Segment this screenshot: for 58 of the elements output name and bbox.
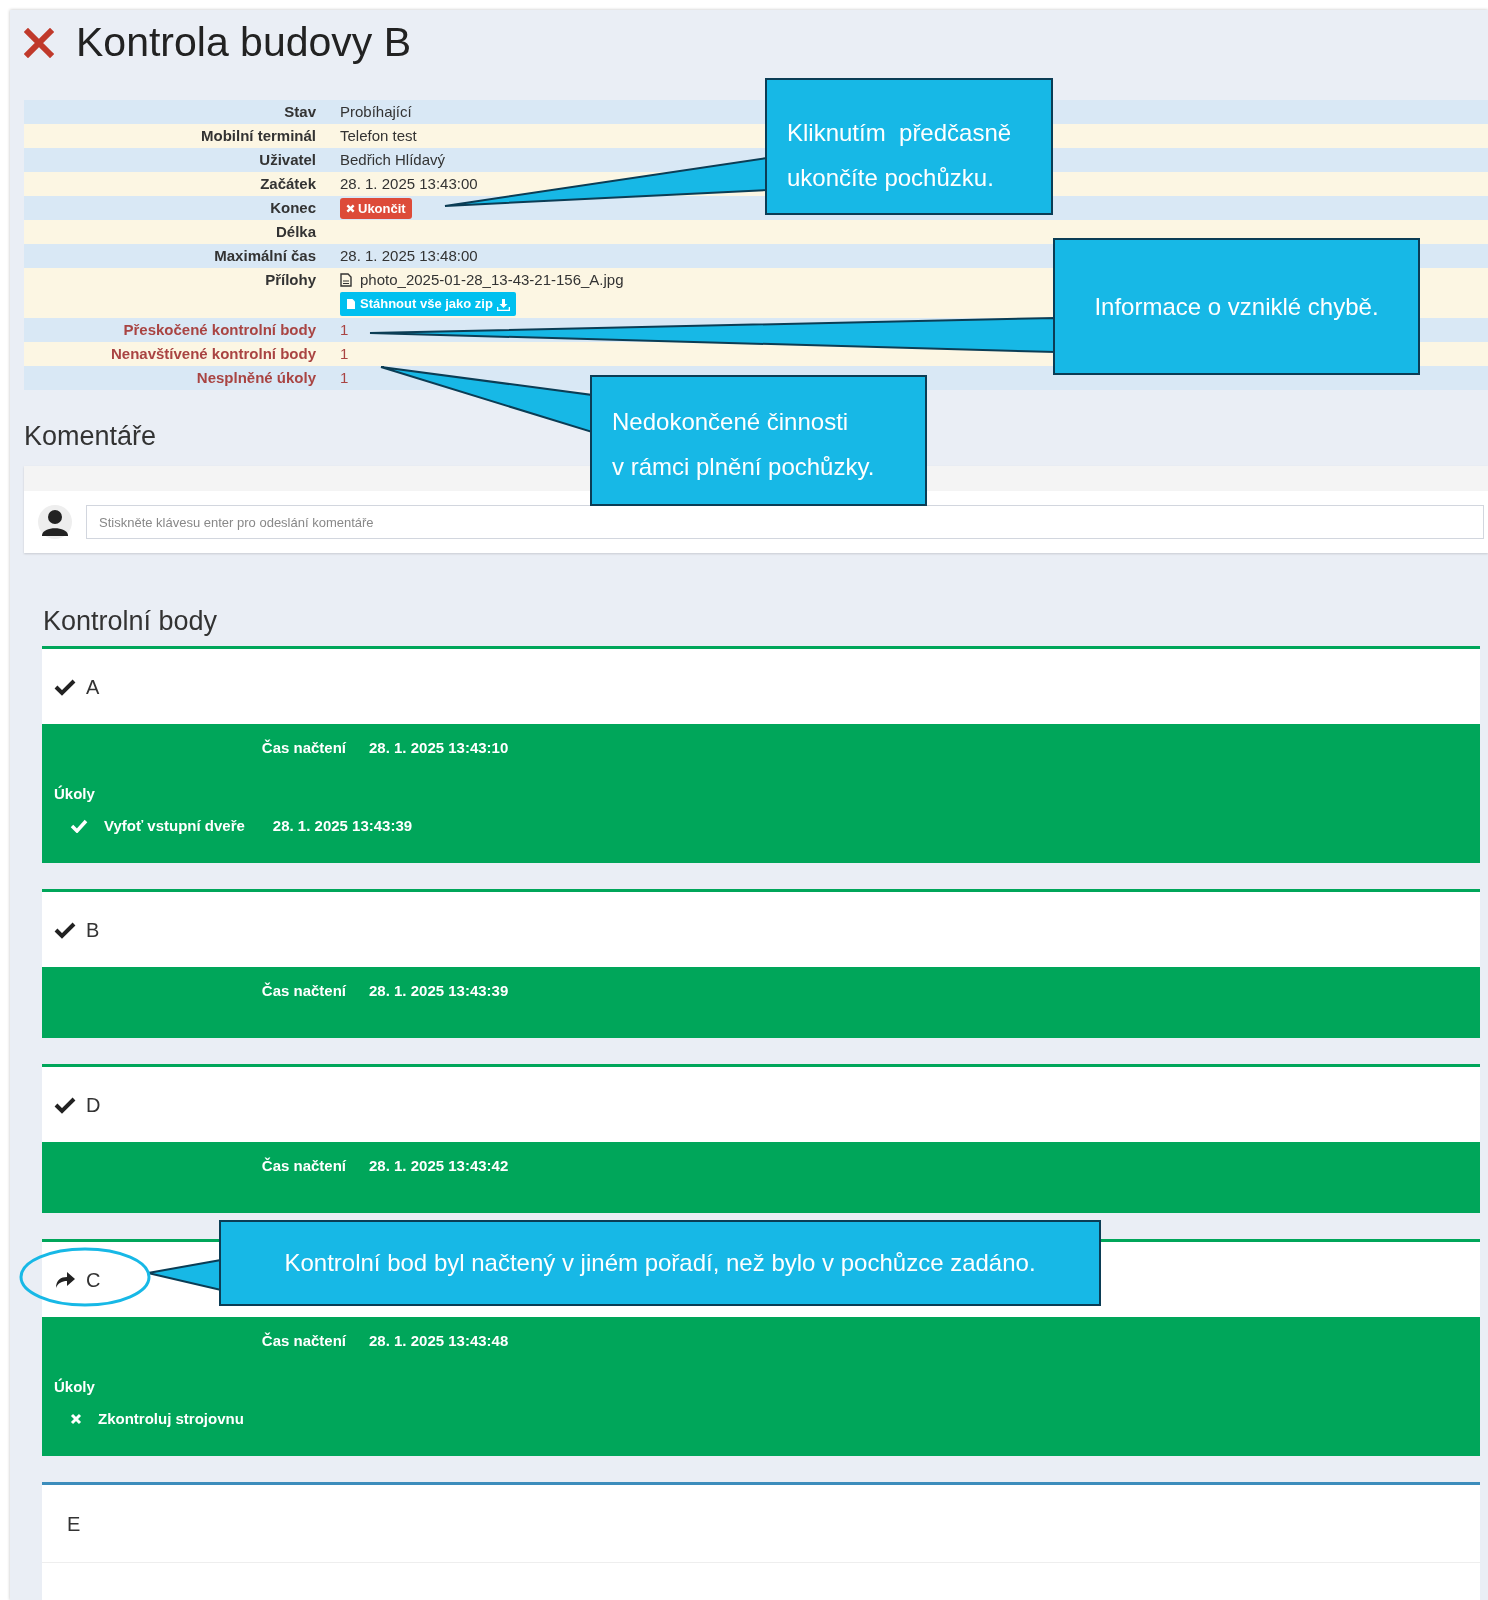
field-value: Probíhající <box>340 103 412 120</box>
field-label: Začátek <box>260 174 317 194</box>
download-zip-button[interactable]: Stáhnout vše jako zip <box>340 292 516 316</box>
field-value: 1 <box>340 321 349 338</box>
share-arrow-icon <box>54 1270 76 1289</box>
section-heading: Komentáře <box>24 420 157 453</box>
tasks-label: Úkoly <box>54 1377 96 1397</box>
section-heading: Kontrolní body <box>43 605 218 638</box>
field-label: Nesplněné úkoly <box>196 368 317 388</box>
checkpoint-name: A <box>86 674 100 700</box>
field-label: Délka <box>275 222 317 242</box>
checkpoint-name: B <box>86 917 100 943</box>
task-time: 28. 1. 2025 13:43:39 <box>272 815 413 836</box>
file-icon <box>346 298 356 310</box>
scan-time-value: 28. 1. 2025 13:43:10 <box>369 737 509 758</box>
page-title: Kontrola budovy B <box>76 18 412 68</box>
close-icon[interactable] <box>24 28 54 58</box>
avatar-icon <box>38 505 72 539</box>
callout-box: Informace o vzniklé chybě. <box>1053 238 1420 375</box>
callout-box: Kliknutím předčasně ukončíte pochůzku. <box>765 78 1053 215</box>
field-label: Mobilní terminál <box>201 126 317 146</box>
callout-box: Kontrolní bod byl načtený v jiném pořadí, než bylo v pochůzce zadáno. <box>219 1220 1101 1306</box>
scan-time-label: Čas načtení <box>261 980 346 1001</box>
end-button[interactable]: Ukončit <box>340 198 412 219</box>
checkpoint-name: D <box>86 1092 101 1118</box>
check-icon <box>54 677 76 696</box>
field-label: Uživatel <box>259 150 317 170</box>
field-label: Maximální čas <box>214 246 317 266</box>
scan-time-label: Čas načtení <box>261 1155 346 1176</box>
scan-time-value: 28. 1. 2025 13:43:48 <box>369 1330 509 1351</box>
field-value: 28. 1. 2025 13:43:00 <box>340 175 478 192</box>
field-label: Přílohy <box>265 270 317 290</box>
comment-input[interactable]: Stiskněte klávesu enter pro odeslání komentáře <box>86 505 1484 539</box>
tasks-label: Úkoly <box>54 784 96 804</box>
field-label: Konec <box>270 198 317 218</box>
field-value: 1 <box>340 369 349 386</box>
field-value: Bedřich Hlídavý <box>340 151 446 168</box>
checkpoint-name: C <box>86 1267 101 1293</box>
scan-time-value: 28. 1. 2025 13:43:39 <box>369 980 509 1001</box>
scan-time-value: 28. 1. 2025 13:43:42 <box>369 1155 509 1176</box>
field-value: 28. 1. 2025 13:48:00 <box>340 247 478 264</box>
attachment-link[interactable]: photo_2025-01-28_13-43-21-156_A.jpg <box>360 268 624 292</box>
task-name: Zkontroluj strojovnu <box>98 1408 244 1429</box>
download-icon <box>496 297 510 311</box>
check-icon <box>54 1095 76 1114</box>
scan-time-label: Čas načtení <box>261 737 346 758</box>
field-label: Přeskočené kontrolní body <box>123 320 317 340</box>
field-value: 1 <box>340 345 349 362</box>
field-value: Telefon test <box>340 127 417 144</box>
callout-box: Nedokončené činnosti v rámci plnění pochůzky. <box>590 375 927 506</box>
check-icon <box>54 920 76 939</box>
close-icon <box>346 204 355 213</box>
checkpoint-name: E <box>67 1511 81 1537</box>
task-name: Vyfoť vstupní dveře <box>104 815 245 836</box>
file-icon <box>340 273 352 287</box>
field-label: Stav <box>284 102 317 122</box>
scan-time-label: Čas načtení <box>261 1330 346 1351</box>
field-label: Nenavštívené kontrolní body <box>110 344 317 364</box>
